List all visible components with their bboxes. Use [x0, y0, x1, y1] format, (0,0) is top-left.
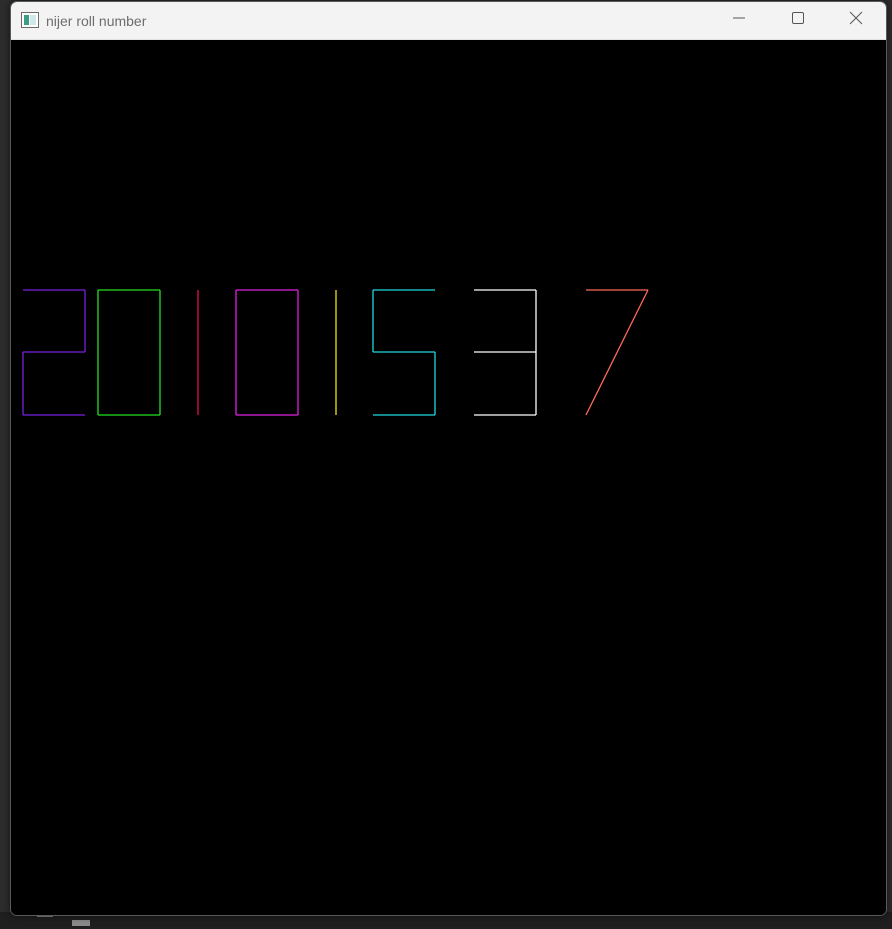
roll-number-drawing — [22, 289, 649, 416]
close-icon — [849, 11, 863, 30]
app-window-icon — [21, 12, 39, 28]
maximize-button[interactable] — [775, 2, 821, 39]
drawing-canvas — [11, 40, 886, 915]
digit-0-glyph — [97, 289, 161, 416]
maximize-icon — [791, 11, 805, 30]
digit-5-glyph — [372, 289, 436, 416]
digit-2-glyph — [22, 289, 86, 416]
digit-0-glyph — [235, 289, 299, 416]
taskbar-glyph — [72, 920, 90, 926]
app-window: nijer roll number — [10, 1, 887, 916]
minimize-button[interactable] — [716, 2, 762, 39]
title-bar[interactable]: nijer roll number — [11, 2, 886, 40]
close-button[interactable] — [833, 2, 879, 39]
minimize-icon — [732, 11, 746, 30]
digit-3-glyph — [474, 289, 537, 416]
digit-7-glyph — [585, 289, 649, 416]
window-title: nijer roll number — [46, 13, 147, 29]
digit-stroke — [585, 289, 649, 416]
